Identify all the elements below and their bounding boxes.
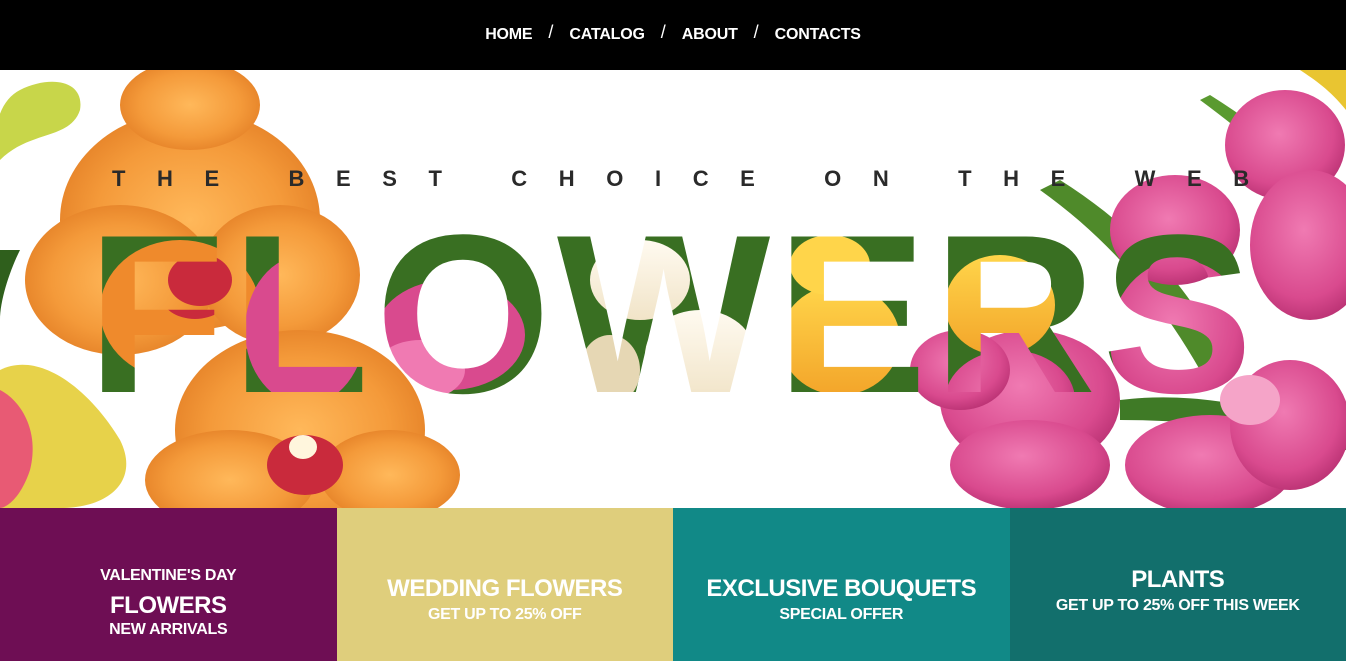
hero-banner: FLOWERS THE BEST CHOICE ON THE WEB bbox=[0, 70, 1346, 508]
nav-menu: HOME / CATALOG / ABOUT / CONTACTS bbox=[485, 21, 861, 46]
promo-subtitle: GET UP TO 25% OFF THIS WEEK bbox=[1055, 596, 1300, 614]
hero-headline: FLOWERS bbox=[87, 187, 1259, 440]
promo-subtitle: SPECIAL OFFER bbox=[779, 605, 904, 623]
hero-flower-image: FLOWERS bbox=[0, 70, 1346, 508]
nav-home-link[interactable]: HOME bbox=[485, 26, 532, 44]
promo-wedding[interactable]: WEDDING FLOWERS GET UP TO 25% OFF bbox=[336, 508, 673, 661]
top-navigation: HOME / CATALOG / ABOUT / CONTACTS bbox=[0, 0, 1346, 70]
nav-separator: / bbox=[660, 21, 666, 42]
promo-tiles: VALENTINE'S DAY FLOWERS NEW ARRIVALS WED… bbox=[0, 508, 1346, 661]
promo-title: WEDDING FLOWERS bbox=[387, 574, 623, 602]
nav-separator: / bbox=[548, 21, 554, 42]
promo-subtitle: NEW ARRIVALS bbox=[109, 620, 228, 638]
nav-separator: / bbox=[753, 21, 759, 42]
hero-tagline: THE BEST CHOICE ON THE WEB bbox=[112, 166, 1281, 191]
promo-kicker: VALENTINE'S DAY bbox=[100, 566, 237, 584]
promo-bouquets[interactable]: EXCLUSIVE BOUQUETS SPECIAL OFFER bbox=[673, 508, 1010, 661]
promo-title: PLANTS bbox=[1131, 565, 1225, 593]
nav-catalog-link[interactable]: CATALOG bbox=[569, 26, 645, 44]
promo-title: EXCLUSIVE BOUQUETS bbox=[706, 574, 977, 602]
promo-title: FLOWERS bbox=[110, 591, 227, 619]
promo-subtitle: GET UP TO 25% OFF bbox=[428, 605, 582, 623]
promo-plants[interactable]: PLANTS GET UP TO 25% OFF THIS WEEK bbox=[1009, 508, 1346, 661]
nav-about-link[interactable]: ABOUT bbox=[682, 26, 738, 44]
nav-contacts-link[interactable]: CONTACTS bbox=[775, 26, 861, 44]
promo-valentines[interactable]: VALENTINE'S DAY FLOWERS NEW ARRIVALS bbox=[0, 508, 337, 661]
